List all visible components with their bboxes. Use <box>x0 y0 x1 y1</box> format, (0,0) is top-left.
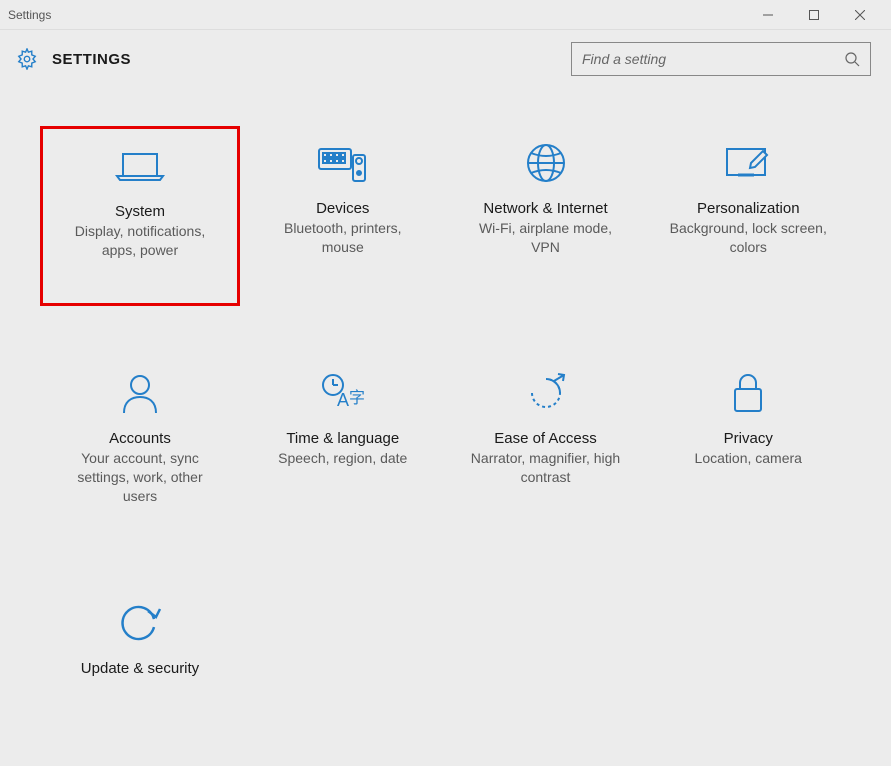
tile-network[interactable]: Network & Internet Wi-Fi, airplane mode,… <box>446 126 646 306</box>
tile-privacy[interactable]: Privacy Location, camera <box>648 356 848 536</box>
tile-ease-of-access[interactable]: Ease of Access Narrator, magnifier, high… <box>446 356 646 536</box>
devices-icon <box>317 138 369 188</box>
tile-desc: Location, camera <box>695 449 802 468</box>
system-icon <box>115 141 165 191</box>
header: SETTINGS <box>0 30 891 96</box>
search-input[interactable] <box>582 51 844 67</box>
tile-desc: Display, notifications, apps, power <box>60 222 220 260</box>
minimize-button[interactable] <box>745 0 791 30</box>
tile-title: Ease of Access <box>494 430 597 447</box>
update-security-icon <box>118 598 162 648</box>
tile-devices[interactable]: Devices Bluetooth, printers, mouse <box>243 126 443 306</box>
window-title: Settings <box>8 8 745 22</box>
tile-title: Network & Internet <box>483 200 607 217</box>
svg-text:A: A <box>337 390 349 410</box>
search-box[interactable] <box>571 42 871 76</box>
network-icon <box>524 138 568 188</box>
tile-time-language[interactable]: A 字 Time & language Speech, region, date <box>243 356 443 536</box>
tile-desc: Bluetooth, printers, mouse <box>263 219 423 257</box>
tile-personalization[interactable]: Personalization Background, lock screen,… <box>648 126 848 306</box>
svg-text:字: 字 <box>349 389 365 407</box>
time-language-icon: A 字 <box>319 368 367 418</box>
ease-of-access-icon <box>524 368 568 418</box>
tile-accounts[interactable]: Accounts Your account, sync settings, wo… <box>40 356 240 536</box>
tile-desc: Speech, region, date <box>278 449 407 468</box>
tile-title: Privacy <box>724 430 773 447</box>
tile-desc: Wi-Fi, airplane mode, VPN <box>466 219 626 257</box>
gear-icon <box>16 48 38 70</box>
tile-title: Update & security <box>81 660 199 677</box>
personalization-icon <box>723 138 773 188</box>
header-left: SETTINGS <box>16 48 131 70</box>
tile-desc: Your account, sync settings, work, other… <box>60 449 220 506</box>
accounts-icon <box>120 368 160 418</box>
tile-title: Devices <box>316 200 369 217</box>
titlebar: Settings <box>0 0 891 30</box>
tiles-container: System Display, notifications, apps, pow… <box>0 96 891 766</box>
tile-title: System <box>115 203 165 220</box>
tile-title: Accounts <box>109 430 171 447</box>
tile-title: Personalization <box>697 200 800 217</box>
close-button[interactable] <box>837 0 883 30</box>
tile-update-security[interactable]: Update & security <box>40 586 240 766</box>
page-title: SETTINGS <box>52 51 131 68</box>
window-controls <box>745 0 883 30</box>
tile-desc: Narrator, magnifier, high contrast <box>466 449 626 487</box>
maximize-button[interactable] <box>791 0 837 30</box>
tile-title: Time & language <box>286 430 399 447</box>
search-icon <box>844 51 860 67</box>
privacy-icon <box>729 368 767 418</box>
tile-system[interactable]: System Display, notifications, apps, pow… <box>40 126 240 306</box>
tile-desc: Background, lock screen, colors <box>668 219 828 257</box>
